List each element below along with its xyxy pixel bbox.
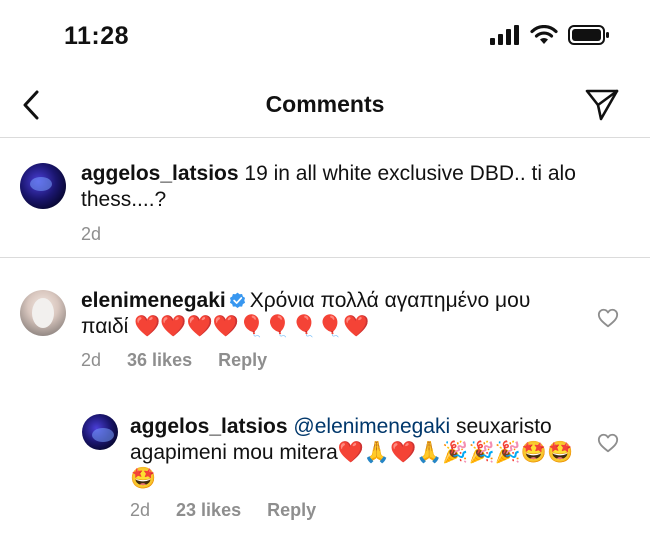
nav-bar: Comments	[0, 72, 650, 138]
status-bar: 11:28	[0, 0, 650, 70]
likes-count[interactable]: 36 likes	[127, 350, 192, 371]
share-button[interactable]	[582, 86, 622, 124]
caption-time: 2d	[81, 224, 102, 244]
comment-meta: 2d 23 likes Reply	[130, 500, 316, 521]
comment-text: elenimenegaki Χρόνια πολλά αγαπημένο μου…	[81, 288, 581, 340]
status-time: 11:28	[64, 22, 130, 50]
status-icons	[490, 24, 610, 46]
post-caption: aggelos_latsios 19 in all white exclusiv…	[0, 140, 650, 258]
comment-username[interactable]: aggelos_latsios	[130, 415, 288, 438]
wifi-icon	[530, 25, 558, 44]
heart-icon[interactable]	[597, 307, 619, 329]
heart-icon[interactable]	[597, 432, 619, 454]
avatar[interactable]	[82, 414, 118, 450]
signal-icon	[490, 25, 519, 45]
verified-badge-icon	[229, 292, 245, 308]
caption-meta: 2d	[81, 224, 101, 245]
reply-button[interactable]: Reply	[218, 350, 267, 371]
avatar[interactable]	[20, 163, 66, 209]
avatar[interactable]	[20, 290, 66, 336]
caption-text: aggelos_latsios 19 in all white exclusiv…	[81, 161, 591, 213]
likes-count[interactable]: 23 likes	[176, 500, 241, 521]
mention-link[interactable]: @elenimenegaki	[293, 415, 450, 438]
paper-plane-icon	[585, 89, 619, 121]
battery-icon	[568, 25, 609, 45]
comment-username[interactable]: elenimenegaki	[81, 289, 226, 312]
caption-username[interactable]: aggelos_latsios	[81, 162, 239, 185]
comment-time: 2d	[130, 500, 151, 520]
reply-button[interactable]: Reply	[267, 500, 316, 521]
comment-time: 2d	[81, 350, 102, 370]
comment-text: aggelos_latsios @elenimenegaki seuxarist…	[130, 414, 580, 492]
comment-meta: 2d 36 likes Reply	[81, 350, 267, 371]
page-title: Comments	[265, 91, 385, 117]
